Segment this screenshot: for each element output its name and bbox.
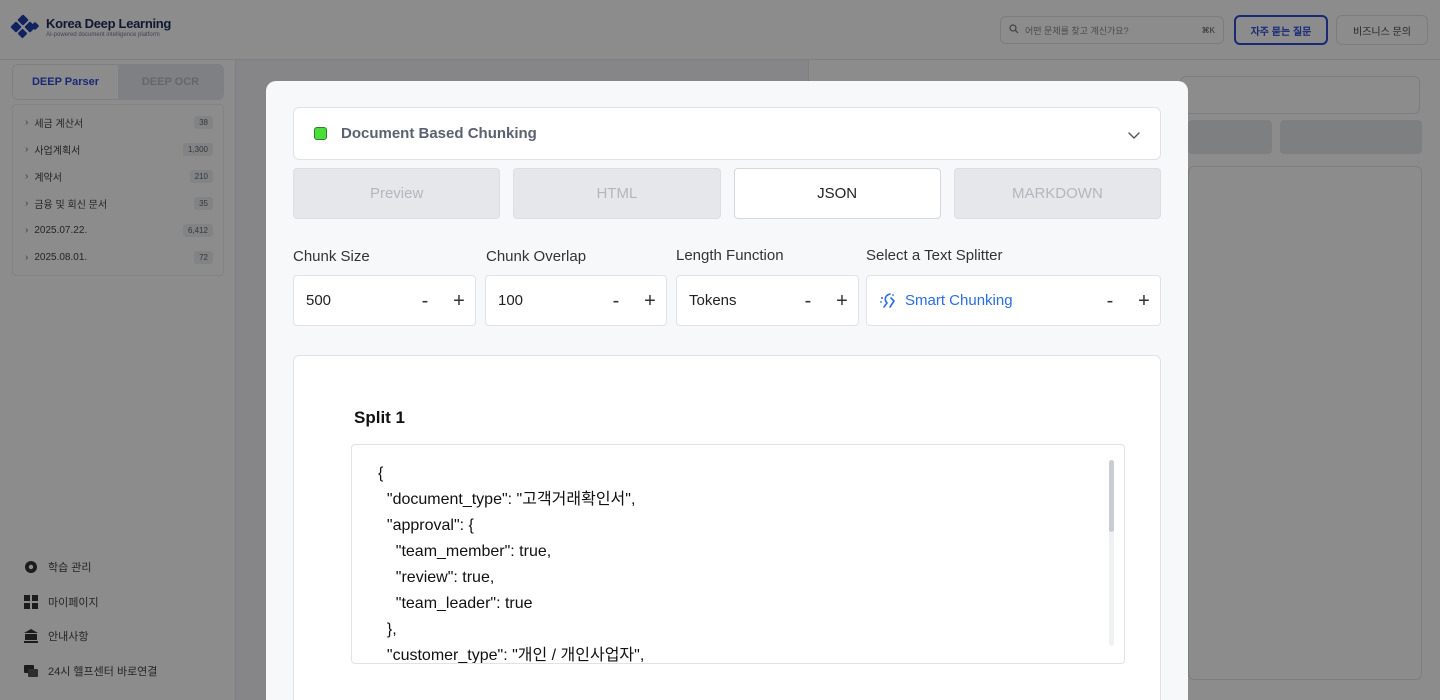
- text-splitter-select[interactable]: Smart Chunking - +: [866, 275, 1161, 326]
- scrollbar-thumb[interactable]: [1109, 460, 1114, 532]
- increment-button[interactable]: +: [452, 291, 466, 311]
- tab-json[interactable]: JSON: [733, 168, 941, 219]
- chunk-size-control: Chunk Size: [293, 247, 370, 267]
- text-splitter-label: Select a Text Splitter: [866, 247, 1003, 264]
- chunk-overlap-stepper[interactable]: 100 - +: [485, 275, 667, 326]
- chunk-size-label: Chunk Size: [293, 248, 370, 265]
- chunking-method-dropdown[interactable]: Document Based Chunking: [293, 107, 1161, 160]
- view-tabs: Preview HTML JSON MARKDOWN: [293, 168, 1161, 219]
- length-function-control: Length Function: [676, 246, 784, 266]
- split-title: Split 1: [354, 408, 406, 427]
- text-splitter-control: Select a Text Splitter: [866, 246, 1002, 266]
- tab-markdown[interactable]: MARKDOWN: [953, 168, 1161, 219]
- decrement-button[interactable]: -: [801, 291, 815, 311]
- chunk-controls: Chunk Size 500 - + Chunk Overlap 100 - +…: [293, 246, 1161, 326]
- tab-preview[interactable]: Preview: [293, 168, 501, 219]
- length-function-select[interactable]: Tokens - +: [676, 275, 859, 326]
- chunk-overlap-label: Chunk Overlap: [486, 248, 587, 265]
- chunking-modal: Document Based Chunking Preview HTML JSO…: [266, 81, 1188, 700]
- sparkle-icon: [879, 292, 897, 310]
- chunk-overlap-value[interactable]: 100: [498, 292, 523, 309]
- tab-html[interactable]: HTML: [513, 168, 721, 219]
- increment-button[interactable]: +: [1137, 291, 1151, 311]
- increment-button[interactable]: +: [835, 291, 849, 311]
- length-function-label: Length Function: [676, 247, 784, 264]
- decrement-button[interactable]: -: [609, 291, 623, 311]
- json-code-viewer[interactable]: { "document_type": "고객거래확인서", "approval"…: [351, 444, 1125, 664]
- status-indicator-icon: [314, 127, 327, 140]
- json-output-card: Split 1 { "document_type": "고객거래확인서", "a…: [293, 355, 1161, 700]
- decrement-button[interactable]: -: [1103, 291, 1117, 311]
- decrement-button[interactable]: -: [418, 291, 432, 311]
- chunk-size-stepper[interactable]: 500 - +: [293, 275, 476, 326]
- chevron-down-icon: [1128, 128, 1140, 140]
- dropdown-label: Document Based Chunking: [341, 125, 537, 142]
- vertical-scrollbar[interactable]: [1109, 460, 1114, 646]
- increment-button[interactable]: +: [643, 291, 657, 311]
- length-function-value[interactable]: Tokens: [689, 292, 737, 309]
- chunk-size-value[interactable]: 500: [306, 292, 331, 309]
- json-code-text: { "document_type": "고객거래확인서", "approval"…: [378, 465, 645, 664]
- text-splitter-value[interactable]: Smart Chunking: [905, 292, 1013, 309]
- chunk-overlap-control: Chunk Overlap: [486, 247, 586, 267]
